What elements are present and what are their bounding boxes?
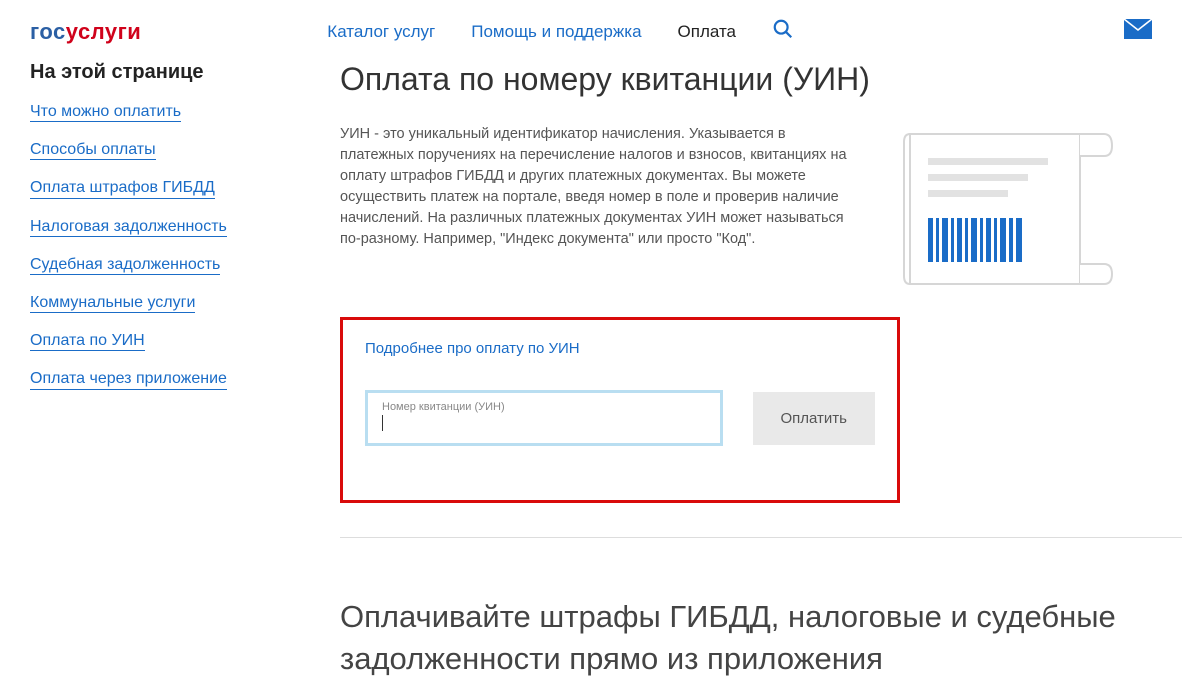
more-info-link[interactable]: Подробнее про оплату по УИН bbox=[365, 340, 580, 357]
sidebar: На этой странице Что можно оплатить Спос… bbox=[30, 61, 290, 680]
nav-payment[interactable]: Оплата bbox=[678, 22, 736, 42]
sidebar-title: На этой странице bbox=[30, 61, 290, 84]
sidebar-item-7[interactable]: Оплата через приложение bbox=[30, 369, 227, 389]
receipt-illustration bbox=[890, 124, 1120, 299]
sidebar-item-3[interactable]: Налоговая задолженность bbox=[30, 217, 227, 237]
payment-form-box: Подробнее про оплату по УИН Номер квитан… bbox=[340, 317, 900, 503]
mail-icon[interactable] bbox=[1124, 19, 1152, 44]
section2-title: Оплачивайте штрафы ГИБДД, налоговые и су… bbox=[340, 596, 1182, 680]
description-text: УИН - это уникальный идентификатор начис… bbox=[340, 124, 860, 299]
sidebar-item-0[interactable]: Что можно оплатить bbox=[30, 102, 181, 122]
pay-button[interactable]: Оплатить bbox=[753, 392, 876, 445]
sidebar-item-4[interactable]: Судебная задолженность bbox=[30, 255, 220, 275]
search-icon[interactable] bbox=[772, 18, 794, 45]
sidebar-item-2[interactable]: Оплата штрафов ГИБДД bbox=[30, 178, 215, 198]
divider bbox=[340, 537, 1182, 538]
sidebar-item-1[interactable]: Способы оплаты bbox=[30, 140, 156, 160]
page-title: Оплата по номеру квитанции (УИН) bbox=[340, 61, 1182, 98]
logo-part2: услуги bbox=[66, 19, 142, 44]
logo-part1: гос bbox=[30, 19, 66, 44]
logo[interactable]: госуслуги bbox=[30, 19, 141, 45]
uin-input-label: Номер квитанции (УИН) bbox=[382, 401, 706, 413]
sidebar-item-6[interactable]: Оплата по УИН bbox=[30, 331, 145, 351]
nav-help[interactable]: Помощь и поддержка bbox=[471, 22, 641, 42]
uin-input[interactable]: Номер квитанции (УИН) bbox=[365, 390, 723, 446]
input-cursor bbox=[382, 415, 383, 431]
nav-catalog[interactable]: Каталог услуг bbox=[327, 22, 435, 42]
sidebar-item-5[interactable]: Коммунальные услуги bbox=[30, 293, 195, 313]
